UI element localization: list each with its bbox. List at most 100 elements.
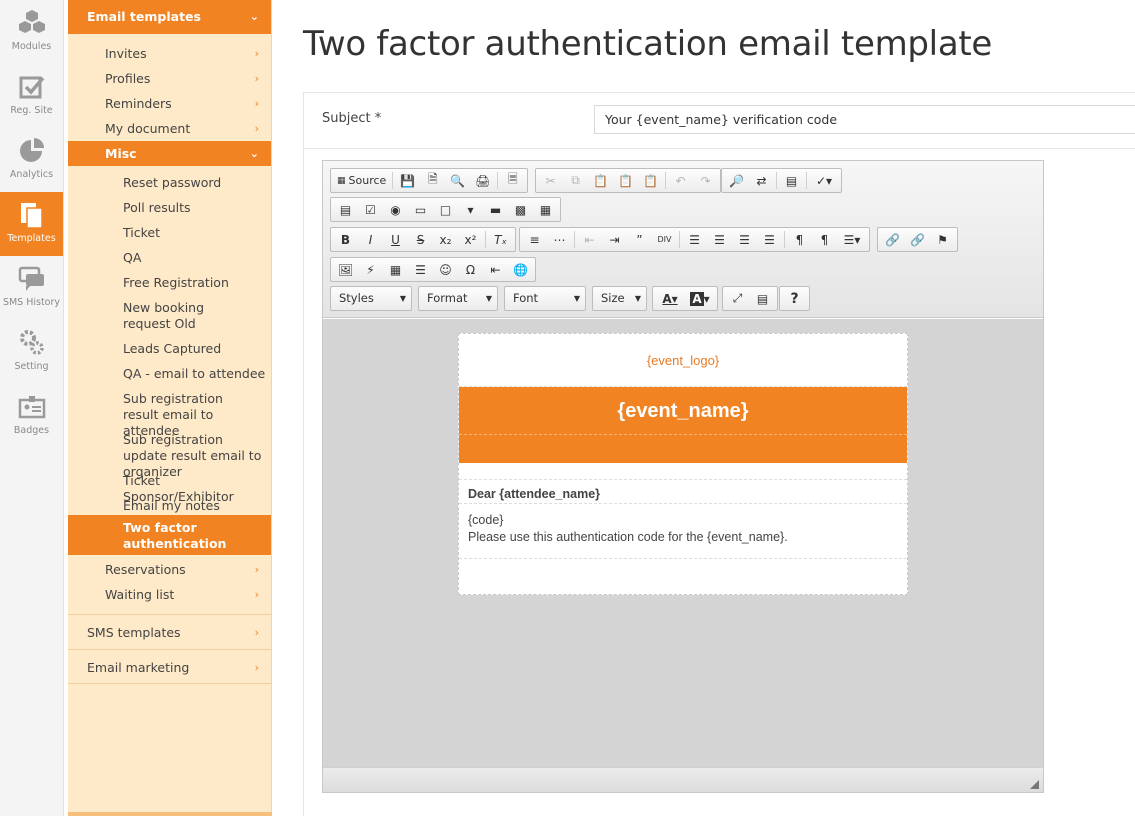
- rail-item-sms-history[interactable]: SMS History: [0, 256, 63, 320]
- print-icon[interactable]: 🖨: [470, 170, 495, 191]
- paste-icon[interactable]: 📋: [588, 170, 613, 191]
- sidebar-item-misc[interactable]: Misc ⌄: [68, 141, 271, 166]
- sidebar-leaf-poll-results[interactable]: Poll results: [68, 196, 271, 220]
- show-blocks-icon[interactable]: ▤: [750, 288, 775, 309]
- sidebar-leaf-leads-captured[interactable]: Leads Captured: [68, 337, 271, 361]
- hidden-field-icon[interactable]: ▦: [533, 199, 558, 220]
- indent-icon[interactable]: ⇥: [602, 229, 627, 250]
- text-color-icon[interactable]: A▾: [655, 288, 685, 309]
- rail-item-setting[interactable]: Setting: [0, 320, 63, 384]
- new-page-icon[interactable]: 🗎: [420, 170, 445, 191]
- textarea-icon[interactable]: □: [433, 199, 458, 220]
- paste-text-icon[interactable]: 📋: [613, 170, 638, 191]
- sidebar-leaf-qa[interactable]: QA: [68, 246, 271, 270]
- undo-icon[interactable]: ↶: [668, 170, 693, 191]
- bulleted-list-icon[interactable]: ⋯: [547, 229, 572, 250]
- numbered-list-icon[interactable]: ≡: [522, 229, 547, 250]
- outdent-icon[interactable]: ⇤: [577, 229, 602, 250]
- rtl-icon[interactable]: ¶: [812, 229, 837, 250]
- sidebar-item-reminders[interactable]: Reminders ›: [68, 91, 271, 116]
- sidebar-item-my-document[interactable]: My document ›: [68, 116, 271, 141]
- sidebar-leaf-new-booking-request-old[interactable]: New booking request Old: [68, 296, 271, 336]
- link-icon[interactable]: 🔗: [880, 229, 905, 250]
- language-icon[interactable]: ☰▾: [837, 229, 867, 250]
- replace-icon[interactable]: ⇄: [749, 170, 774, 191]
- sidebar-item-sms-templates[interactable]: SMS templates ›: [68, 614, 271, 649]
- source-button[interactable]: ▦ Source: [333, 170, 390, 191]
- sidebar-leaf-free-registration[interactable]: Free Registration: [68, 271, 271, 295]
- rail-item-analytics[interactable]: Analytics: [0, 128, 63, 192]
- special-char-icon[interactable]: Ω: [458, 259, 483, 280]
- align-left-icon[interactable]: ☰: [682, 229, 707, 250]
- table-icon[interactable]: ▦: [383, 259, 408, 280]
- sidebar-item-email-marketing[interactable]: Email marketing ›: [68, 649, 271, 684]
- sidebar-leaf-qa-email-to-attendee[interactable]: QA - email to attendee: [68, 362, 271, 386]
- email-message: Please use this authentication code for …: [468, 530, 788, 544]
- underline-icon[interactable]: U: [383, 229, 408, 250]
- rail-item-modules[interactable]: Modules: [0, 0, 63, 64]
- preview-icon[interactable]: 🔍: [445, 170, 470, 191]
- resize-handle-icon[interactable]: [1030, 780, 1039, 789]
- page-break-icon[interactable]: ⇤: [483, 259, 508, 280]
- size-dropdown[interactable]: Size ▼: [592, 286, 647, 311]
- ltr-icon[interactable]: ¶: [787, 229, 812, 250]
- superscript-icon[interactable]: x²: [458, 229, 483, 250]
- toolbar-group-forms: ▤ ☑ ◉ ▭ □ ▾ ▬ ▩ ▦: [330, 197, 561, 222]
- form-icon[interactable]: ▤: [333, 199, 358, 220]
- align-right-icon[interactable]: ☰: [732, 229, 757, 250]
- sidebar-leaf-two-factor-authentication[interactable]: Two factor authentication: [68, 515, 271, 555]
- cut-icon[interactable]: ✂: [538, 170, 563, 191]
- anchor-icon[interactable]: ⚑: [930, 229, 955, 250]
- sidebar-item-invites[interactable]: Invites ›: [68, 41, 271, 66]
- sidebar-item-profiles[interactable]: Profiles ›: [68, 66, 271, 91]
- image-button-icon[interactable]: ▩: [508, 199, 533, 220]
- sidebar-item-label: My document: [105, 121, 191, 136]
- rail-item-badges[interactable]: Badges: [0, 384, 63, 448]
- font-dropdown[interactable]: Font ▼: [504, 286, 586, 311]
- background-color-icon[interactable]: A ▾: [685, 288, 715, 309]
- select-field-icon[interactable]: ▾: [458, 199, 483, 220]
- smiley-icon[interactable]: ☺: [433, 259, 458, 280]
- editor-content-area[interactable]: {event_logo} {event_name} Dear {attendee…: [323, 319, 1043, 767]
- iframe-icon[interactable]: 🌐: [508, 259, 533, 280]
- sidebar-item-waiting-list[interactable]: Waiting list ›: [68, 582, 271, 607]
- templates-icon[interactable]: 🗏: [500, 170, 525, 191]
- blockquote-icon[interactable]: ”: [627, 229, 652, 250]
- sidebar-leaf-reset-password[interactable]: Reset password: [68, 171, 271, 195]
- align-center-icon[interactable]: ☰: [707, 229, 732, 250]
- sidebar-email-templates[interactable]: Email templates ⌄: [68, 0, 271, 34]
- subject-input[interactable]: [594, 105, 1135, 134]
- strike-icon[interactable]: S: [408, 229, 433, 250]
- spellcheck-icon[interactable]: ✓▾: [809, 170, 839, 191]
- toolbar-group-links: 🔗 🔗 ⚑: [877, 227, 958, 252]
- subscript-icon[interactable]: x₂: [433, 229, 458, 250]
- paste-word-icon[interactable]: 📋: [638, 170, 663, 191]
- horizontal-rule-icon[interactable]: ☰: [408, 259, 433, 280]
- redo-icon[interactable]: ↷: [693, 170, 718, 191]
- flash-icon[interactable]: ⚡: [358, 259, 383, 280]
- styles-dropdown[interactable]: Styles ▼: [330, 286, 412, 311]
- italic-icon[interactable]: I: [358, 229, 383, 250]
- text-field-icon[interactable]: ▭: [408, 199, 433, 220]
- sidebar-item-label: Reservations: [105, 562, 186, 577]
- radio-field-icon[interactable]: ◉: [383, 199, 408, 220]
- div-container-icon[interactable]: DIV: [652, 229, 677, 250]
- rail-item-reg-site[interactable]: Reg. Site: [0, 64, 63, 128]
- copy-icon[interactable]: ⧉: [563, 170, 588, 191]
- format-dropdown[interactable]: Format ▼: [418, 286, 498, 311]
- help-button[interactable]: ?: [782, 288, 807, 309]
- rail-item-templates[interactable]: Templates: [0, 192, 63, 256]
- save-icon[interactable]: 💾: [395, 170, 420, 191]
- button-field-icon[interactable]: ▬: [483, 199, 508, 220]
- sidebar-leaf-ticket[interactable]: Ticket: [68, 221, 271, 245]
- checkbox-field-icon[interactable]: ☑: [358, 199, 383, 220]
- image-icon[interactable]: 🖼: [333, 259, 358, 280]
- remove-format-icon[interactable]: Tₓ: [488, 229, 513, 250]
- select-all-icon[interactable]: ▤: [779, 170, 804, 191]
- unlink-icon[interactable]: 🔗: [905, 229, 930, 250]
- sidebar-item-reservations[interactable]: Reservations ›: [68, 557, 271, 582]
- find-icon[interactable]: 🔎: [724, 170, 749, 191]
- maximize-icon[interactable]: ⤢: [725, 288, 750, 309]
- justify-icon[interactable]: ☰: [757, 229, 782, 250]
- bold-icon[interactable]: B: [333, 229, 358, 250]
